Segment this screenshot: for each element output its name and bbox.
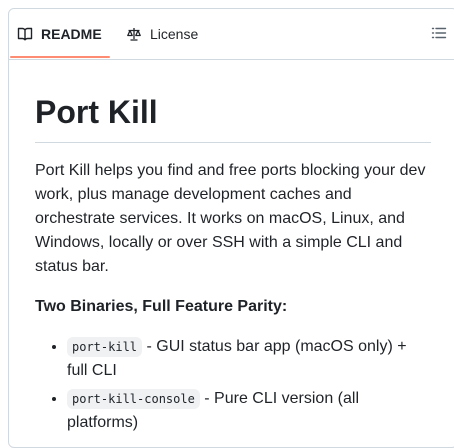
tab-readme[interactable]: README bbox=[9, 9, 110, 59]
list-item: port-kill-console - Pure CLI version (al… bbox=[67, 387, 431, 435]
active-tab-indicator bbox=[10, 56, 110, 58]
binary-code: port-kill bbox=[67, 337, 143, 357]
readme-content: Port Kill Port Kill helps you find and f… bbox=[9, 92, 454, 435]
tab-readme-label: README bbox=[41, 26, 102, 42]
binaries-list: port-kill - GUI status bar app (macOS on… bbox=[35, 335, 431, 435]
binary-code: port-kill-console bbox=[67, 389, 200, 409]
list-item: port-kill - GUI status bar app (macOS on… bbox=[67, 335, 431, 383]
readme-description: Port Kill helps you find and free ports … bbox=[35, 162, 426, 275]
tab-license[interactable]: License bbox=[126, 9, 198, 59]
outline-list-icon[interactable] bbox=[431, 25, 447, 41]
tab-license-label: License bbox=[150, 26, 199, 42]
section-heading: Two Binaries, Full Feature Parity: bbox=[35, 298, 288, 315]
tab-bar: README License bbox=[9, 9, 454, 60]
scale-icon bbox=[126, 26, 142, 42]
readme-panel: README License Port Kill Port Kill helps… bbox=[8, 8, 454, 448]
book-icon bbox=[17, 26, 33, 42]
readme-title: Port Kill bbox=[35, 92, 431, 143]
